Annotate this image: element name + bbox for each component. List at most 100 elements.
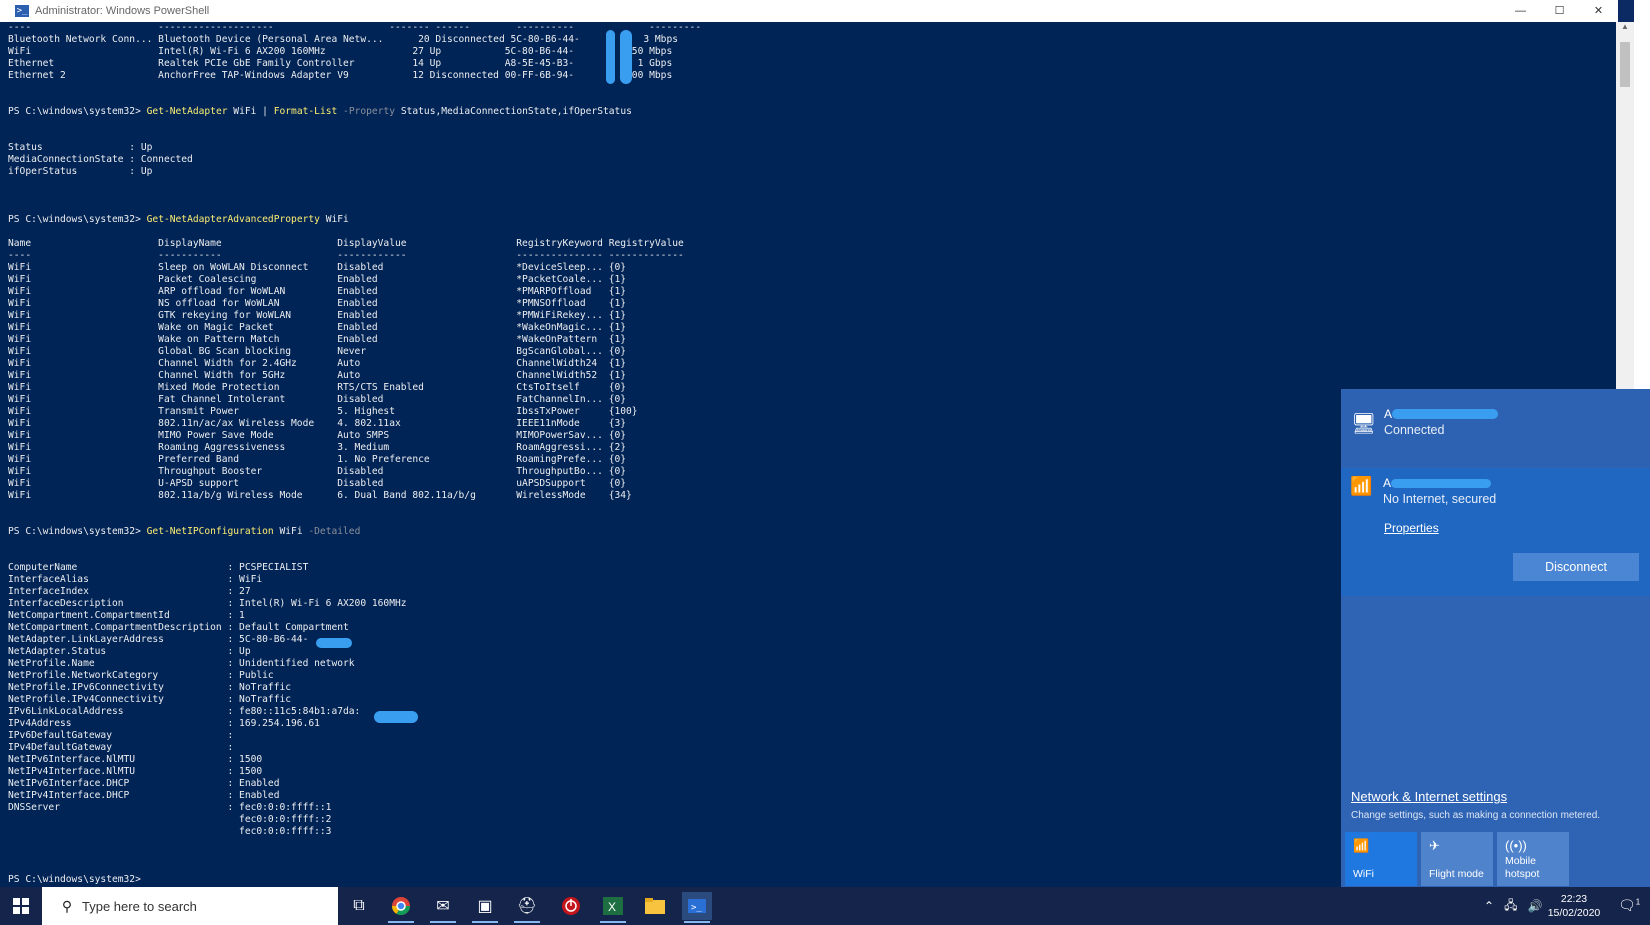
- network-name: A: [1383, 476, 1392, 490]
- notification-count: 1: [1635, 897, 1641, 907]
- adapter-table-row: Bluetooth Network Conn... Bluetooth Devi…: [8, 34, 679, 45]
- quick-action-mobile-hotspot[interactable]: ((•)) Mobile hotspot: [1497, 832, 1569, 886]
- window-controls: — ☐ ✕: [1501, 0, 1618, 22]
- adapter-table-row: ---- -------------------- ------- ------…: [8, 22, 702, 33]
- quick-action-flight-mode[interactable]: ✈ Flight mode: [1421, 832, 1493, 886]
- command-arg: WiFi: [273, 526, 309, 537]
- adapter-table-row: Ethernet Realtek PCIe GbE Family Control…: [8, 58, 673, 69]
- taskbar-search-box[interactable]: ⚲ Type here to search: [42, 887, 338, 925]
- tray-overflow-icon[interactable]: ⌃: [1484, 899, 1494, 913]
- ip-config-row: NetCompartment.CompartmentId : 1: [8, 610, 245, 621]
- ip-config-row: NetProfile.Name : Unidentified network: [8, 658, 355, 669]
- power-app-icon[interactable]: [556, 892, 586, 920]
- properties-link[interactable]: Properties: [1384, 521, 1439, 535]
- ip-config-row: NetIPv4Interface.NlMTU : 1500: [8, 766, 263, 777]
- window-titlebar: >_ Administrator: Windows PowerShell — ☐…: [0, 0, 1618, 22]
- ip-config-row: IPv4DefaultGateway :: [8, 742, 234, 753]
- table-row: WiFi MIMO Power Save Mode Auto SMPS MIMO…: [8, 430, 627, 441]
- ip-config-row: fec0:0:0:ffff::3: [8, 826, 332, 837]
- vpn-app-icon[interactable]: ⛑: [512, 892, 542, 923]
- table-row: WiFi Wake on Magic Packet Enabled *WakeO…: [8, 322, 627, 333]
- quick-action-wifi[interactable]: 📶 WiFi: [1345, 832, 1417, 886]
- ip-config-row: InterfaceIndex : 27: [8, 586, 251, 597]
- ip-config-row: NetIPv6Interface.NlMTU : 1500: [8, 754, 263, 765]
- table-row: WiFi Global BG Scan blocking Never BgSca…: [8, 346, 627, 357]
- minimize-button[interactable]: —: [1501, 0, 1540, 22]
- maximize-button[interactable]: ☐: [1540, 0, 1579, 22]
- redaction-mark: [374, 711, 418, 723]
- command-name: Get-NetAdapter: [146, 106, 228, 117]
- network-settings-link[interactable]: Network & Internet settings: [1351, 789, 1507, 804]
- window-title: Administrator: Windows PowerShell: [35, 5, 210, 17]
- excel-icon[interactable]: X: [598, 892, 628, 923]
- command-name: Get-NetIPConfiguration: [146, 526, 274, 537]
- table-row: WiFi Mixed Mode Protection RTS/CTS Enabl…: [8, 382, 627, 393]
- disconnect-button[interactable]: Disconnect: [1513, 553, 1639, 581]
- ip-config-row: NetProfile.NetworkCategory : Public: [8, 670, 274, 681]
- command-name: Format-List: [273, 106, 338, 117]
- chrome-icon[interactable]: [386, 892, 416, 923]
- prompt: PS C:\windows\system32>: [8, 214, 141, 225]
- ip-config-row: NetProfile.IPv6Connectivity : NoTraffic: [8, 682, 292, 693]
- table-row: WiFi NS offload for WoWLAN Enabled *PMNS…: [8, 298, 627, 309]
- taskbar-clock[interactable]: 22:23 15/02/2020: [1538, 892, 1610, 920]
- ip-config-row: InterfaceDescription : Intel(R) Wi-Fi 6 …: [8, 598, 407, 609]
- redaction-mark: [316, 638, 352, 648]
- command-arg: WiFi: [319, 214, 349, 225]
- quick-action-label: Mobile hotspot: [1505, 855, 1540, 880]
- ip-config-row: NetCompartment.CompartmentDescription : …: [8, 622, 349, 633]
- adapter-table-row: WiFi Intel(R) Wi-Fi 6 AX200 160MHz 27 Up…: [8, 46, 673, 57]
- ip-config-row: IPv6DefaultGateway :: [8, 730, 234, 741]
- taskbar: ⚲ Type here to search ⧉ ✉ ▣ ⛑ X >_ ⌃ 🖧 🔊…: [0, 887, 1650, 925]
- network-tray-icon[interactable]: 🖧: [1504, 896, 1517, 917]
- mail-icon[interactable]: ✉: [428, 892, 458, 923]
- command-arg: Status,MediaConnectionState,ifOperStatus: [400, 106, 632, 117]
- output-line: MediaConnectionState : Connected: [8, 154, 193, 165]
- table-row: WiFi Roaming Aggressiveness 3. Medium Ro…: [8, 442, 627, 453]
- ethernet-icon: 🖥: [1351, 413, 1377, 435]
- start-button[interactable]: [0, 887, 42, 925]
- clock-date: 15/02/2020: [1547, 907, 1601, 919]
- table-row: WiFi U-APSD support Disabled uAPSDSuppor…: [8, 478, 627, 489]
- powershell-taskbar-icon[interactable]: >_: [682, 892, 712, 923]
- search-placeholder: Type here to search: [82, 898, 197, 914]
- ip-config-row: NetIPv4Interface.DHCP : Enabled: [8, 790, 280, 801]
- table-row: WiFi Preferred Band 1. No Preference Roa…: [8, 454, 627, 465]
- network-settings-description: Change settings, such as making a connec…: [1351, 810, 1601, 821]
- redaction-mark: [620, 30, 632, 84]
- scroll-thumb[interactable]: [1620, 42, 1630, 87]
- network-name: A: [1384, 407, 1393, 421]
- explorer-window-icon[interactable]: ▣: [470, 892, 500, 923]
- table-row: WiFi Throughput Booster Disabled Through…: [8, 466, 627, 477]
- network-item-ethernet[interactable]: 🖥 A Connected: [1341, 389, 1650, 467]
- output-line: ifOperStatus : Up: [8, 166, 153, 177]
- task-view-icon[interactable]: ⧉: [344, 892, 374, 920]
- windows-logo-icon: [13, 898, 29, 914]
- wifi-icon: 📶: [1353, 838, 1370, 853]
- table-row: WiFi GTK rekeying for WoWLAN Enabled *PM…: [8, 310, 627, 321]
- table-row: WiFi ARP offload for WoWLAN Enabled *PMA…: [8, 286, 627, 297]
- notification-center-icon[interactable]: 🗨1: [1618, 897, 1640, 914]
- table-row: WiFi Channel Width for 5GHz Auto Channel…: [8, 370, 627, 381]
- table-header: Name DisplayName DisplayValue RegistryKe…: [8, 238, 684, 249]
- table-row: WiFi 802.11a/b/g Wireless Mode 6. Dual B…: [8, 490, 632, 501]
- network-flyout: 🖥 A Connected 📶 A No Internet, secured P…: [1341, 389, 1650, 887]
- file-explorer-icon[interactable]: [640, 892, 670, 920]
- svg-text:>_: >_: [691, 903, 702, 913]
- network-item-wifi[interactable]: 📶 A No Internet, secured Properties Disc…: [1341, 468, 1650, 596]
- table-header-rule: ---- ----------- ------------ ----------…: [8, 250, 684, 261]
- ip-config-row: DNSServer : fec0:0:0:ffff::1: [8, 802, 332, 813]
- system-tray: ⌃ 🖧 🔊: [1484, 887, 1542, 925]
- scroll-up-icon[interactable]: ▲: [1616, 22, 1634, 31]
- prompt: PS C:\windows\system32>: [8, 874, 141, 885]
- network-status: Connected: [1384, 423, 1445, 437]
- table-row: WiFi Channel Width for 2.4GHz Auto Chann…: [8, 358, 627, 369]
- prompt: PS C:\windows\system32>: [8, 106, 141, 117]
- table-row: WiFi Packet Coalescing Enabled *PacketCo…: [8, 274, 627, 285]
- ip-config-row: IPv6LinkLocalAddress : fe80::11c5:84b1:a…: [8, 706, 361, 717]
- output-line: Status : Up: [8, 142, 153, 153]
- close-button[interactable]: ✕: [1579, 0, 1618, 22]
- command-param: -Detailed: [308, 526, 361, 537]
- command-name: Get-NetAdapterAdvancedProperty: [146, 214, 320, 225]
- ip-config-row: NetIPv6Interface.DHCP : Enabled: [8, 778, 280, 789]
